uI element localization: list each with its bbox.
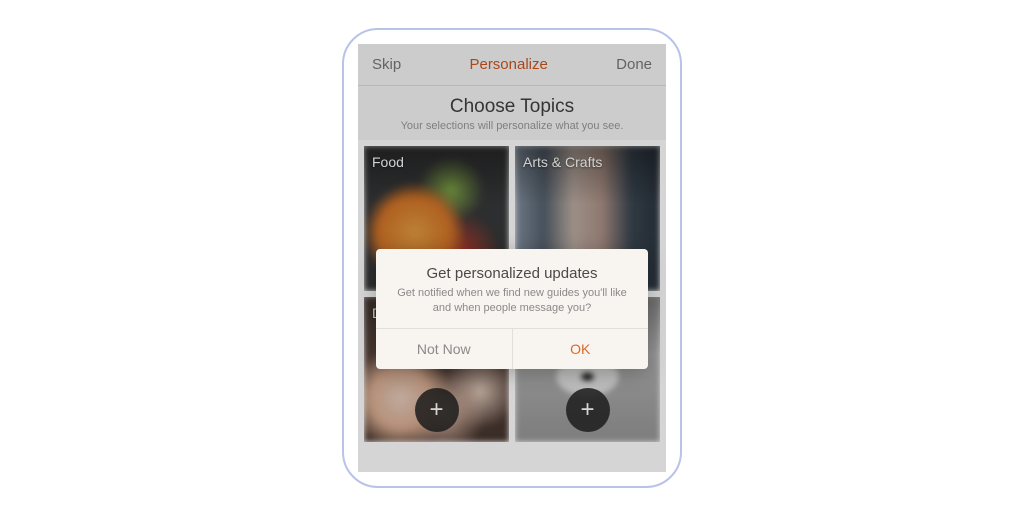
- done-button[interactable]: Done: [616, 56, 652, 73]
- header-subtitle: Your selections will personalize what yo…: [358, 120, 666, 132]
- top-bar: Skip Personalize Done: [358, 44, 666, 86]
- not-now-button[interactable]: Not Now: [376, 329, 513, 369]
- plus-icon: +: [429, 398, 443, 422]
- dialog-body: Get personalized updates Get notified wh…: [376, 249, 648, 329]
- add-topic-button[interactable]: +: [415, 388, 459, 432]
- header-title: Choose Topics: [358, 96, 666, 118]
- add-topic-button[interactable]: +: [566, 388, 610, 432]
- dialog-message: Get notified when we find new guides you…: [394, 286, 630, 317]
- topic-label: Food: [372, 154, 404, 170]
- skip-button[interactable]: Skip: [372, 56, 401, 73]
- page-title: Personalize: [469, 56, 547, 73]
- dialog-title: Get personalized updates: [394, 265, 630, 282]
- device-frame: Skip Personalize Done Choose Topics Your…: [342, 28, 682, 488]
- permission-dialog: Get personalized updates Get notified wh…: [376, 249, 648, 370]
- plus-icon: +: [580, 398, 594, 422]
- app-screen: Skip Personalize Done Choose Topics Your…: [358, 44, 666, 472]
- header-block: Choose Topics Your selections will perso…: [358, 86, 666, 140]
- topic-label: Arts & Crafts: [523, 154, 602, 170]
- ok-button[interactable]: OK: [513, 329, 649, 369]
- dialog-actions: Not Now OK: [376, 328, 648, 369]
